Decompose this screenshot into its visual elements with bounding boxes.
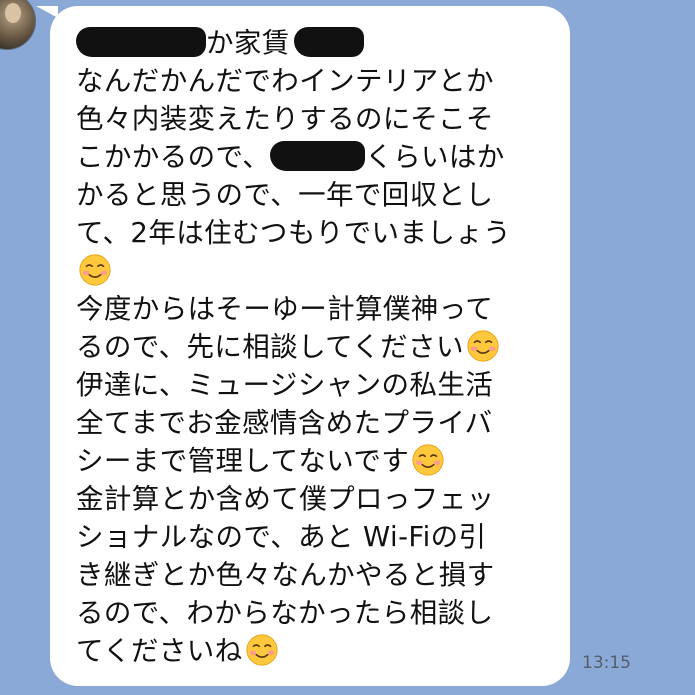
redacted-block bbox=[76, 27, 206, 57]
message-line-16: るので、わからなかったら相談し bbox=[76, 597, 494, 629]
smiling-face-emoji bbox=[79, 254, 111, 286]
message-bubble[interactable]: か家賃 なんだかんだでわインテリアとか 色々内装変えたりするのにそこそ こかかる… bbox=[50, 6, 570, 686]
smiling-face-emoji bbox=[467, 330, 499, 362]
message-line-1: か家賃 bbox=[76, 24, 556, 62]
message-line-2: なんだかんだでわインテリアとか bbox=[76, 65, 494, 97]
contact-avatar[interactable] bbox=[0, 0, 36, 50]
message-line-10: 伊達に、ミュージシャンの私生活 bbox=[76, 369, 494, 401]
message-line-text: こかかるので、 bbox=[76, 141, 271, 173]
message-line-17: てくださいね bbox=[76, 632, 556, 670]
message-line-8: 今度からはそーゆー計算僕神って bbox=[76, 293, 494, 325]
avatar-face bbox=[5, 3, 21, 23]
smiling-face-emoji bbox=[412, 444, 444, 476]
message-line-9: るので、先に相談してください bbox=[76, 328, 556, 366]
message-line-15: き継ぎとか色々なんかやると損す bbox=[76, 559, 495, 591]
message-line-14: ショナルなので、あと Wi-Fiの引 bbox=[76, 521, 487, 553]
message-line-text: か家賃 bbox=[206, 27, 290, 59]
message-line-6: て、2年は住むつもりでいましょう bbox=[76, 217, 512, 249]
message-line-text: シーまで管理してないです bbox=[76, 445, 410, 477]
message-line-7 bbox=[76, 252, 556, 290]
message-line-11: 全てまでお金感情含めたプライバ bbox=[76, 407, 493, 439]
message-line-5: かると思うので、一年で回収とし bbox=[76, 179, 494, 211]
message-line-text: てくださいね bbox=[76, 635, 243, 667]
message-line-4: こかかるので、 くらいはか bbox=[76, 138, 556, 176]
message-line-text: くらいはか bbox=[365, 141, 505, 173]
smiling-face-emoji bbox=[245, 634, 278, 666]
message-text: か家賃 なんだかんだでわインテリアとか 色々内装変えたりするのにそこそ こかかる… bbox=[76, 24, 556, 670]
redacted-block bbox=[270, 141, 366, 171]
message-timestamp: 13:15 bbox=[582, 653, 631, 673]
redacted-block bbox=[293, 27, 364, 57]
message-line-text: るので、先に相談してください bbox=[76, 331, 464, 363]
message-line-13: 金計算とか含めて僕プロっフェッ bbox=[76, 483, 495, 515]
message-line-12: シーまで管理してないです bbox=[76, 442, 556, 480]
message-line-3: 色々内装変えたりするのにそこそ bbox=[76, 103, 494, 135]
